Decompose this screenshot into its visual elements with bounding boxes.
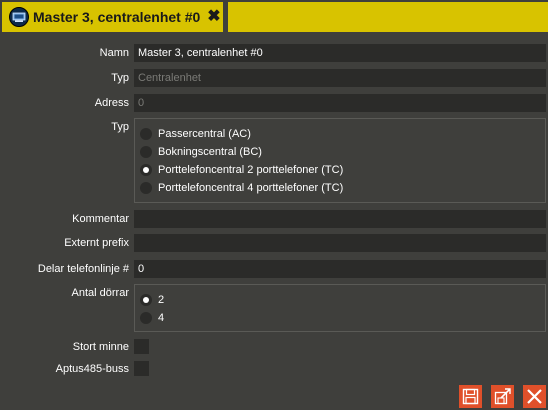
comment-label: Kommentar [72, 213, 129, 225]
address-input[interactable]: 0 [134, 94, 546, 112]
tab-close-icon[interactable]: ✖ [207, 9, 220, 25]
radio-option-label: 2 [158, 294, 165, 306]
shared-line-label: Delar telefonlinje # [37, 263, 129, 275]
tab-bar-fill [228, 2, 548, 32]
address-label: Adress [94, 97, 129, 109]
radio-option-tc2[interactable]: Porttelefoncentral 2 porttelefoner (TC) [140, 162, 343, 178]
radio-option-bc[interactable]: Bokningscentral (BC) [140, 144, 262, 160]
radio-button-selected[interactable] [140, 294, 152, 306]
radio-option-4-doors[interactable]: 4 [140, 310, 164, 326]
tab-title: Master 3, centralenhet #0 [33, 9, 201, 25]
tab-bar: Master 3, centralenhet #0 ✖ [0, 0, 548, 32]
radio-button[interactable] [140, 146, 152, 158]
name-label: Namn [99, 47, 129, 59]
unit-type-label: Typ [111, 121, 129, 133]
tab-master-3[interactable]: Master 3, centralenhet #0 ✖ [2, 2, 223, 32]
shared-line-input[interactable]: 0 [134, 260, 546, 278]
type-label: Typ [111, 72, 129, 84]
radio-option-label: Bokningscentral (BC) [158, 146, 262, 158]
radio-option-label: Porttelefoncentral 4 porttelefoner (TC) [158, 182, 344, 194]
edit-icon [494, 388, 511, 405]
aptus-bus-checkbox[interactable] [134, 361, 149, 376]
unit-type-radio-group: Passercentral (AC) Bokningscentral (BC) … [134, 118, 546, 203]
close-button[interactable] [523, 385, 546, 408]
radio-option-tc4[interactable]: Porttelefoncentral 4 porttelefoner (TC) [140, 180, 343, 196]
radio-option-label: Passercentral (AC) [158, 128, 251, 140]
radio-button[interactable] [140, 128, 152, 140]
large-memory-checkbox[interactable] [134, 339, 149, 354]
type-input[interactable]: Centralenhet [134, 69, 546, 87]
radio-option-ac[interactable]: Passercentral (AC) [140, 126, 251, 142]
door-count-radio-group: 2 4 [134, 284, 546, 332]
radio-option-label: 4 [158, 312, 165, 324]
comment-input[interactable] [134, 210, 546, 228]
external-prefix-input[interactable] [134, 234, 546, 252]
save-icon [462, 388, 479, 405]
edit-button[interactable] [491, 385, 514, 408]
radio-option-2-doors[interactable]: 2 [140, 292, 164, 308]
save-button[interactable] [459, 385, 482, 408]
central-unit-icon [9, 7, 29, 27]
aptus-bus-label: Aptus485-buss [55, 363, 129, 375]
radio-button[interactable] [140, 312, 152, 324]
door-count-label: Antal dörrar [71, 287, 129, 299]
close-icon [527, 389, 542, 404]
large-memory-label: Stort minne [72, 341, 129, 353]
name-input[interactable]: Master 3, centralenhet #0 [134, 44, 546, 62]
radio-button[interactable] [140, 182, 152, 194]
radio-option-label: Porttelefoncentral 2 porttelefoner (TC) [158, 164, 344, 176]
external-prefix-label: Externt prefix [64, 237, 129, 249]
radio-button-selected[interactable] [140, 164, 152, 176]
